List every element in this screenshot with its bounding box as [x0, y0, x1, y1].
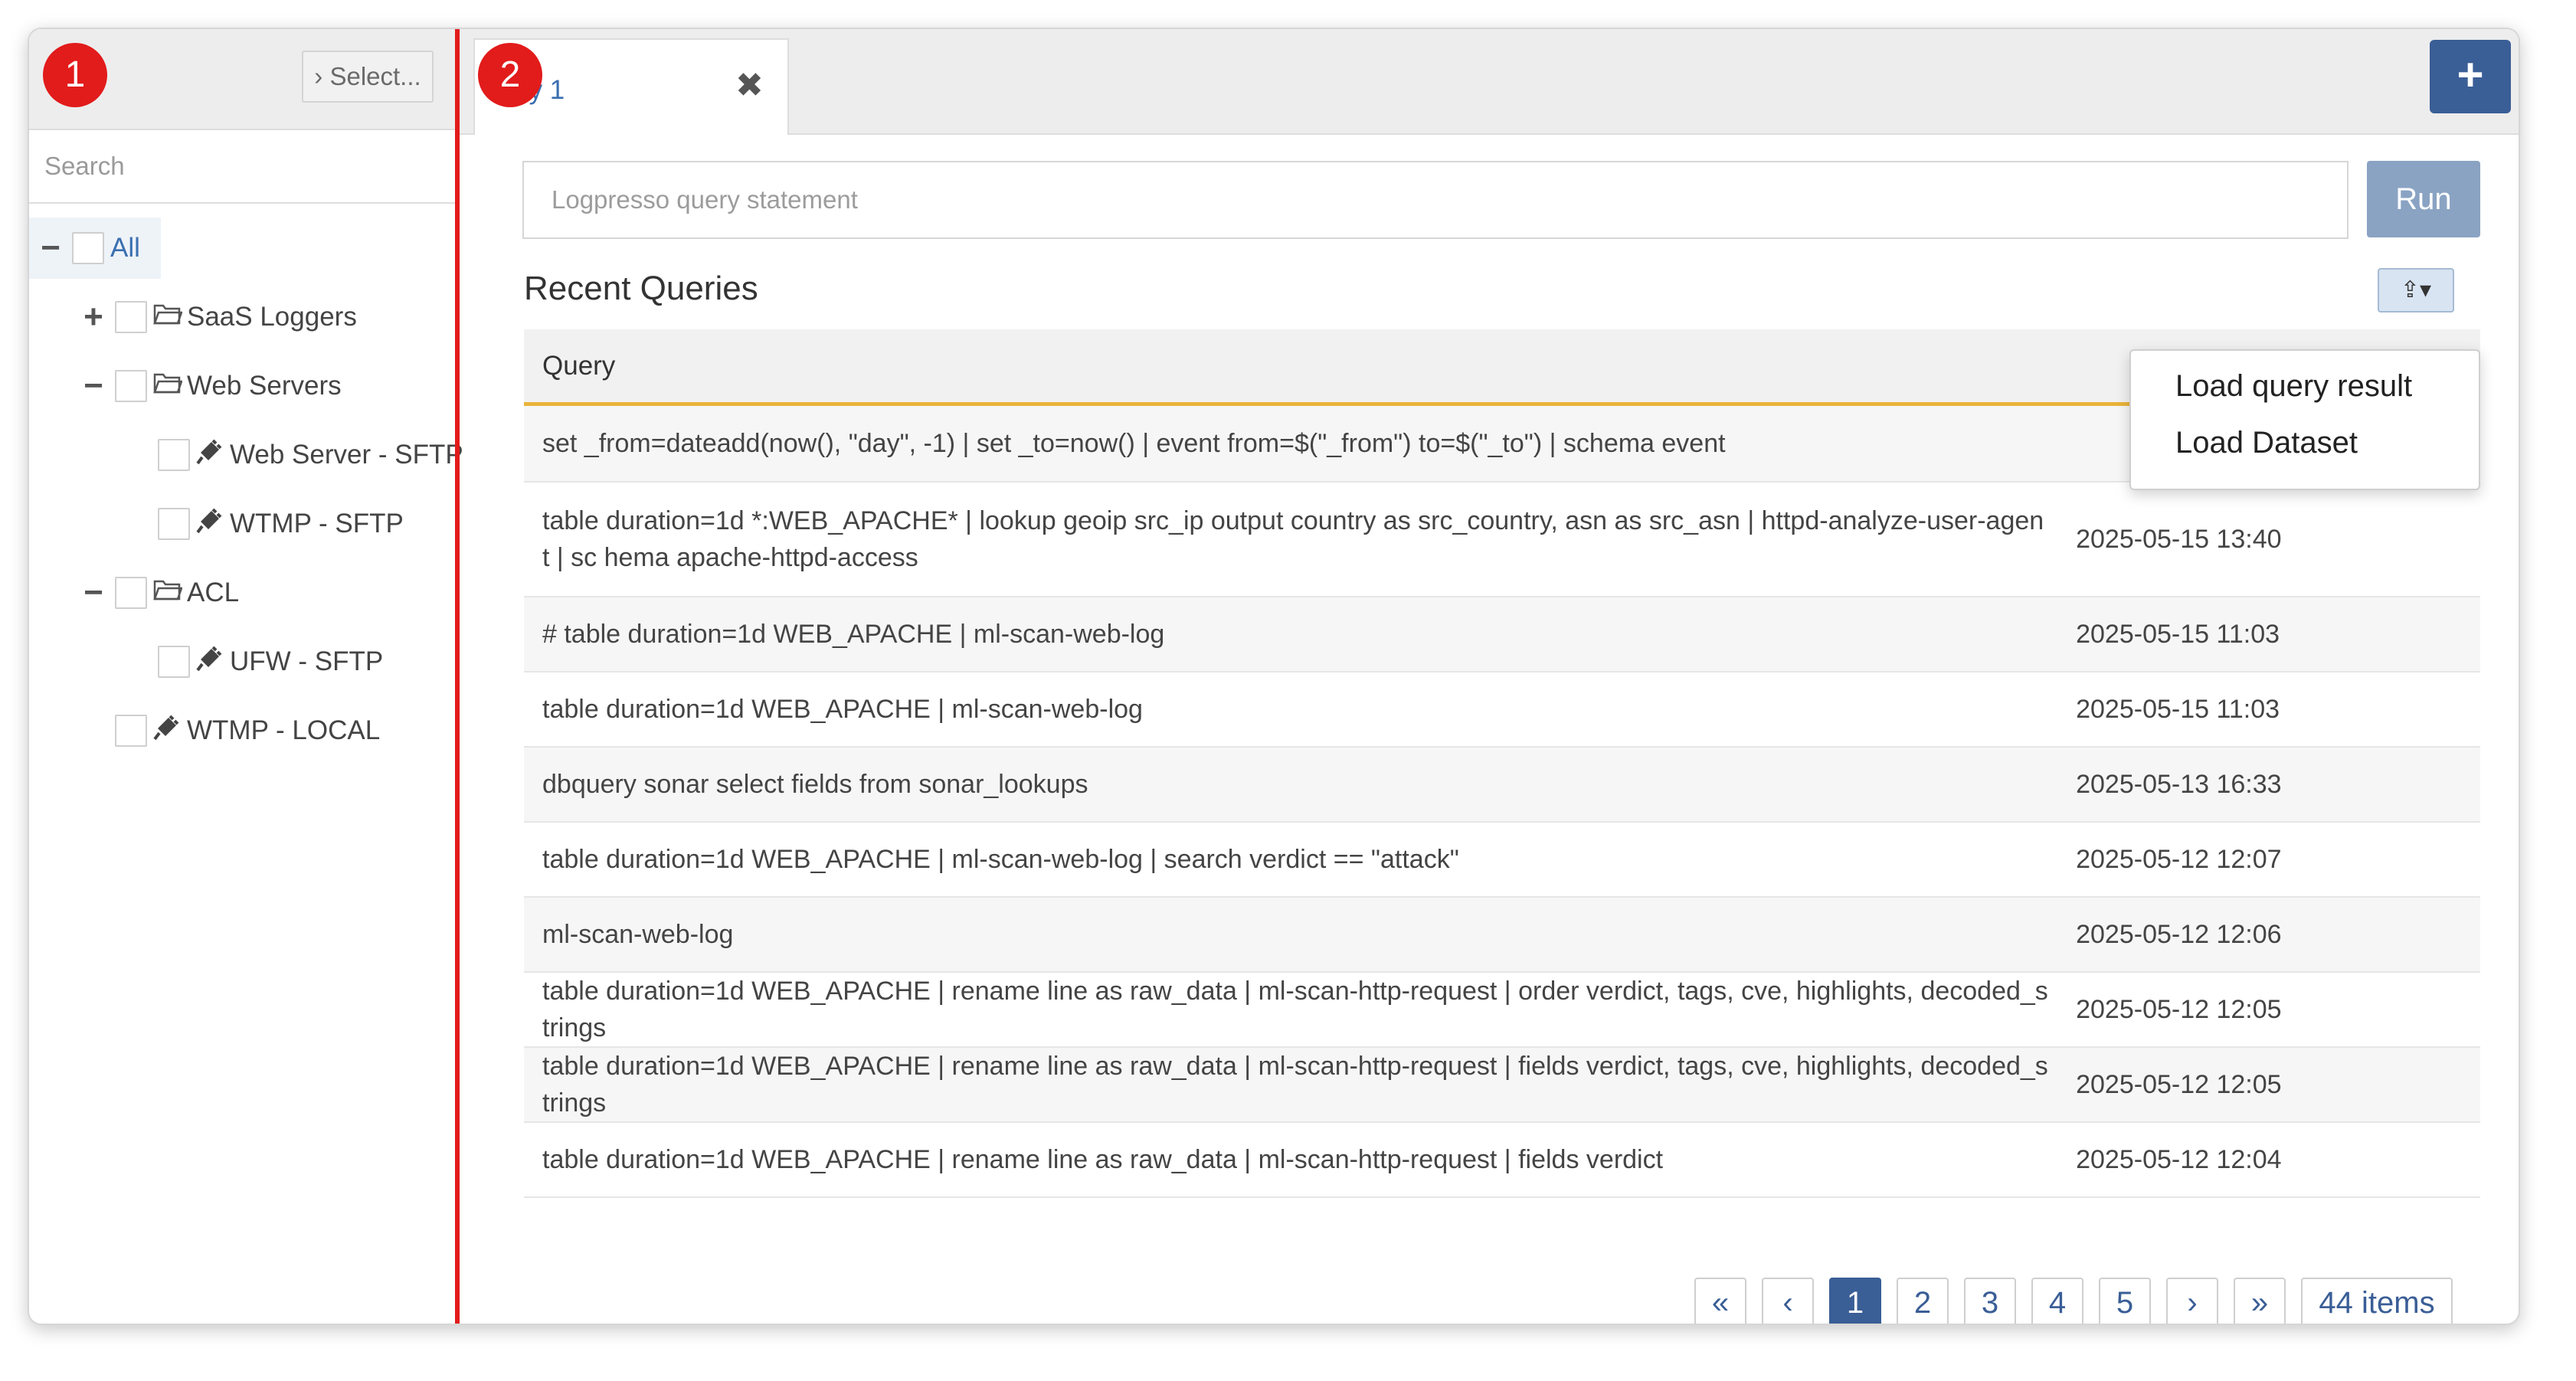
query-cell: table duration=1d WEB_APACHE | ml-scan-w… — [542, 845, 1459, 874]
timestamp-cell: 2025-05-12 12:07 — [2076, 844, 2282, 874]
table-row[interactable]: table duration=1d *:WEB_APACHE* | lookup… — [524, 483, 2480, 597]
timestamp-cell: 2025-05-15 11:03 — [2076, 694, 2280, 724]
table-row[interactable]: table duration=1d WEB_APACHE | ml-scan-w… — [524, 673, 2480, 748]
export-dropdown-menu: Load query result Load Dataset — [2129, 349, 2480, 490]
tree-checkbox[interactable] — [158, 508, 190, 540]
query-cell: table duration=1d *:WEB_APACHE* | lookup… — [542, 506, 2044, 572]
collapse-icon[interactable]: − — [78, 576, 109, 610]
tree-item-all[interactable]: − All — [29, 218, 161, 279]
tree-checkbox[interactable] — [158, 439, 190, 471]
export-dropdown-button[interactable]: ⇪▾ — [2378, 268, 2454, 313]
tree-item-web-server-sftp[interactable]: Web Server - SFTP — [152, 424, 463, 486]
query-input[interactable]: Logpresso query statement — [522, 161, 2349, 239]
total-items-label: 44 items — [2301, 1278, 2453, 1324]
callout-badge-1: 1 — [43, 43, 107, 107]
query-cell: dbquery sonar select fields from sonar_l… — [542, 770, 1088, 799]
search-input[interactable]: Search — [29, 130, 455, 204]
tree-item-wtmp-sftp[interactable]: WTMP - SFTP — [152, 493, 404, 555]
folder-icon — [153, 371, 183, 401]
table-body: set _from=dateadd(now(), "day", -1) | se… — [524, 406, 2480, 1198]
recent-queries-title: Recent Queries — [524, 270, 758, 307]
timestamp-cell: 2025-05-12 12:06 — [2076, 919, 2282, 949]
select-button[interactable]: › Select... — [302, 51, 434, 103]
timestamp-cell: 2025-05-12 12:05 — [2076, 1069, 2282, 1099]
timestamp-cell: 2025-05-13 16:33 — [2076, 769, 2282, 799]
app-window: › Select... Search − All + SaaS Loggers … — [28, 28, 2520, 1325]
table-row[interactable]: # table duration=1d WEB_APACHE | ml-scan… — [524, 597, 2480, 673]
timestamp-cell: 2025-05-15 13:40 — [2076, 524, 2282, 554]
query-cell: table duration=1d WEB_APACHE | rename li… — [542, 1052, 2048, 1118]
callout-badge-2: 2 — [478, 43, 542, 107]
page-button-3[interactable]: 3 — [1964, 1278, 2016, 1324]
tree-checkbox[interactable] — [115, 577, 147, 609]
tree-item-label: UFW - SFTP — [230, 646, 384, 676]
run-button[interactable]: Run — [2367, 161, 2480, 237]
tree-item-label: ACL — [187, 578, 240, 607]
query-cell: ml-scan-web-log — [542, 920, 734, 949]
table-row[interactable]: dbquery sonar select fields from sonar_l… — [524, 748, 2480, 823]
query-cell: # table duration=1d WEB_APACHE | ml-scan… — [542, 620, 1165, 649]
last-page-button[interactable]: » — [2234, 1278, 2286, 1324]
query-cell: table duration=1d WEB_APACHE | rename li… — [542, 977, 2048, 1042]
folder-icon — [153, 302, 183, 332]
expand-icon[interactable]: + — [78, 300, 109, 334]
tree-item-label: SaaS Loggers — [187, 302, 357, 332]
tab-bar: uery 1 ✖ + — [460, 29, 2519, 135]
tree-item-label: All — [110, 233, 140, 263]
collapse-icon[interactable]: − — [78, 369, 109, 403]
folder-icon — [153, 578, 183, 608]
tree-item-wtmp-local[interactable]: WTMP - LOCAL — [109, 700, 380, 761]
first-page-button[interactable]: « — [1694, 1278, 1746, 1324]
query-cell: table duration=1d WEB_APACHE | ml-scan-w… — [542, 695, 1143, 724]
table-row[interactable]: ml-scan-web-log 2025-05-12 12:06 — [524, 898, 2480, 973]
tree-item-web-servers[interactable]: − Web Servers — [78, 355, 342, 417]
add-tab-button[interactable]: + — [2430, 40, 2511, 113]
tree-item-label: WTMP - SFTP — [230, 509, 404, 538]
timestamp-cell: 2025-05-12 12:04 — [2076, 1144, 2282, 1174]
next-page-button[interactable]: › — [2166, 1278, 2218, 1324]
tree-checkbox[interactable] — [115, 301, 147, 333]
tree-item-label: Web Server - SFTP — [230, 440, 463, 470]
tree-item-label: WTMP - LOCAL — [187, 715, 381, 745]
page-button-4[interactable]: 4 — [2031, 1278, 2083, 1324]
plug-icon — [153, 715, 179, 748]
plug-icon — [196, 646, 222, 679]
page-button-2[interactable]: 2 — [1897, 1278, 1949, 1324]
panel-splitter[interactable] — [455, 29, 460, 1324]
close-icon[interactable]: ✖ — [735, 66, 764, 105]
page-button-1[interactable]: 1 — [1829, 1278, 1881, 1324]
tree-checkbox[interactable] — [115, 370, 147, 402]
prev-page-button[interactable]: ‹ — [1762, 1278, 1814, 1324]
menu-item-load-query-result[interactable]: Load query result — [2175, 369, 2412, 404]
tree-checkbox[interactable] — [115, 715, 147, 747]
tree-checkbox[interactable] — [158, 646, 190, 678]
page-button-5[interactable]: 5 — [2099, 1278, 2151, 1324]
query-cell: table duration=1d WEB_APACHE | rename li… — [542, 1145, 1664, 1174]
table-row[interactable]: table duration=1d WEB_APACHE | rename li… — [524, 1048, 2480, 1123]
tree-checkbox[interactable] — [72, 232, 104, 264]
tree-item-label: Web Servers — [187, 371, 342, 401]
timestamp-cell: 2025-05-12 12:05 — [2076, 994, 2282, 1024]
table-row[interactable]: table duration=1d WEB_APACHE | rename li… — [524, 973, 2480, 1048]
timestamp-cell: 2025-05-15 11:03 — [2076, 619, 2280, 649]
tree-item-acl[interactable]: − ACL — [78, 562, 239, 623]
collapse-icon[interactable]: − — [35, 231, 66, 265]
plug-icon — [196, 508, 222, 541]
table-row[interactable]: table duration=1d WEB_APACHE | rename li… — [524, 1123, 2480, 1198]
tree-item-ufw-sftp[interactable]: UFW - SFTP — [152, 631, 383, 692]
menu-item-load-dataset[interactable]: Load Dataset — [2175, 426, 2358, 460]
query-cell: set _from=dateadd(now(), "day", -1) | se… — [542, 429, 1726, 458]
table-row[interactable]: table duration=1d WEB_APACHE | ml-scan-w… — [524, 823, 2480, 898]
left-panel: › Select... Search − All + SaaS Loggers … — [29, 29, 463, 1324]
plug-icon — [196, 439, 222, 472]
tree-item-saas-loggers[interactable]: + SaaS Loggers — [78, 286, 357, 348]
